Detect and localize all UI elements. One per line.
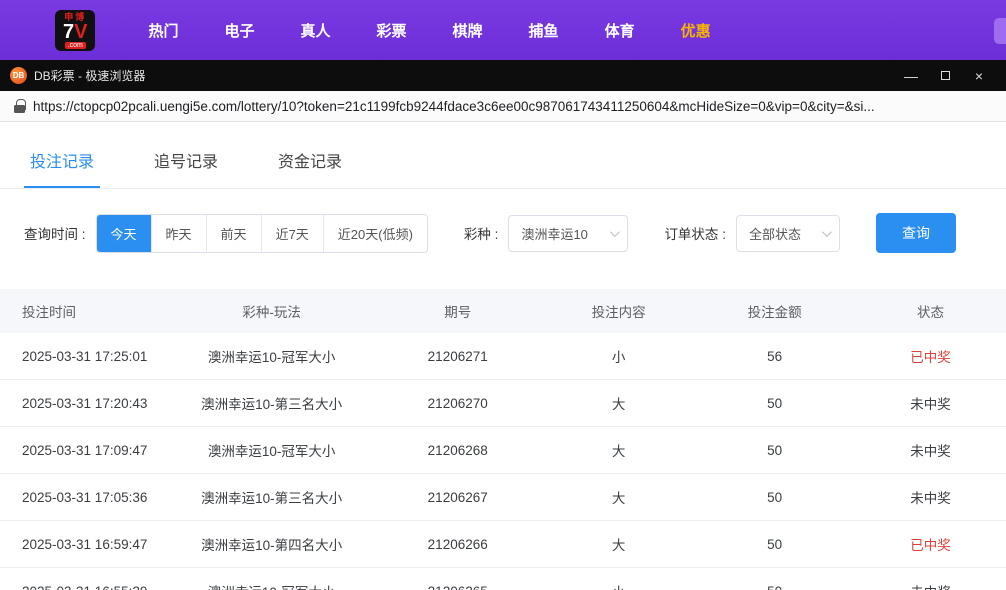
- url-text[interactable]: https://ctopcp02pcali.uengi5e.com/lotter…: [33, 99, 875, 114]
- nav-edge-widget[interactable]: [994, 18, 1006, 44]
- time-option-daybefore[interactable]: 前天: [206, 214, 262, 252]
- logo-brand-main: 7V: [63, 20, 88, 43]
- tab-fund-records[interactable]: 资金记录: [272, 130, 348, 188]
- cell-amount: 50: [694, 473, 856, 521]
- site-logo[interactable]: 申博 7V .com: [55, 9, 96, 51]
- header-bet-content: 投注内容: [543, 289, 695, 333]
- table-row: 2025-03-31 17:05:36 澳洲幸运10-第三名大小 2120626…: [0, 473, 1006, 521]
- cell-content: 大: [543, 473, 695, 521]
- cell-issue: 21206270: [372, 379, 544, 427]
- table-row: 2025-03-31 17:25:01 澳洲幸运10-冠军大小 21206271…: [0, 333, 1006, 380]
- browser-title-bar: DB DB彩票 - 极速浏览器 — ×: [0, 60, 1006, 91]
- status-cell: 未中奖: [855, 426, 1006, 474]
- header-status: 状态: [855, 289, 1006, 333]
- cell-game: 澳洲幸运10-冠军大小: [171, 426, 373, 474]
- table-row: 2025-03-31 16:59:47 澳洲幸运10-第四名大小 2120626…: [0, 520, 1006, 568]
- cell-game: 澳洲幸运10-冠军大小: [171, 333, 373, 380]
- browser-app-icon: DB: [10, 67, 27, 84]
- header-bet-amount: 投注金额: [694, 289, 856, 333]
- nav-item-sports[interactable]: 体育: [589, 20, 651, 41]
- window-controls: — ×: [894, 60, 996, 91]
- nav-item-hot[interactable]: 热门: [132, 20, 194, 41]
- browser-url-bar: https://ctopcp02pcali.uengi5e.com/lotter…: [0, 91, 1006, 122]
- status-filter-label: 订单状态 :: [664, 227, 726, 242]
- cell-issue: 21206268: [372, 426, 544, 474]
- minimize-button[interactable]: —: [894, 60, 928, 91]
- cell-amount: 50: [694, 567, 856, 590]
- status-cell: 未中奖: [855, 379, 1006, 427]
- cell-game: 澳洲幸运10-第三名大小: [171, 379, 373, 427]
- nav-item-cards[interactable]: 棋牌: [437, 20, 499, 41]
- cell-content: 大: [543, 520, 695, 568]
- nav-item-slots[interactable]: 电子: [208, 20, 270, 41]
- cell-issue: 21206267: [372, 473, 544, 521]
- cell-game: 澳洲幸运10-第四名大小: [171, 520, 373, 568]
- order-status-value: 全部状态: [748, 226, 801, 242]
- chevron-down-icon: [821, 226, 832, 237]
- browser-title: DB彩票 - 极速浏览器: [34, 69, 146, 83]
- search-button[interactable]: 查询: [875, 213, 956, 253]
- status-cell: 未中奖: [855, 567, 1006, 590]
- lottery-filter-label: 彩种 :: [463, 227, 499, 242]
- cell-time: 2025-03-31 17:25:01: [0, 333, 172, 380]
- lottery-select-value: 澳洲幸运10: [521, 226, 588, 242]
- cell-time: 2025-03-31 17:05:36: [0, 473, 172, 521]
- page-content: 投注记录 追号记录 资金记录 查询时间 : 今天 昨天 前天 近7天 近20天(…: [0, 130, 1006, 590]
- site-nav-items: 热门 电子 真人 彩票 棋牌 捕鱼 体育 优惠: [125, 20, 733, 41]
- cell-time: 2025-03-31 17:20:43: [0, 379, 172, 427]
- tab-bet-records[interactable]: 投注记录: [24, 130, 101, 188]
- close-button[interactable]: ×: [962, 60, 996, 91]
- table-row: 2025-03-31 17:20:43 澳洲幸运10-第三名大小 2120627…: [0, 379, 1006, 427]
- cell-amount: 56: [694, 333, 856, 380]
- time-option-7days[interactable]: 近7天: [261, 214, 324, 252]
- cell-issue: 21206266: [372, 520, 544, 568]
- cell-issue: 21206271: [372, 333, 544, 380]
- cell-content: 大: [543, 379, 695, 427]
- maximize-button[interactable]: [928, 60, 962, 91]
- header-game-play: 彩种-玩法: [171, 289, 373, 333]
- maximize-icon: [940, 71, 950, 80]
- status-cell: 未中奖: [855, 473, 1006, 521]
- lock-icon: [14, 99, 26, 113]
- order-status-select[interactable]: 全部状态: [735, 214, 840, 252]
- cell-content: 小: [543, 567, 695, 590]
- nav-item-fishing[interactable]: 捕鱼: [513, 20, 575, 41]
- time-option-20days[interactable]: 近20天(低频): [323, 214, 427, 252]
- time-filter-group: 今天 昨天 前天 近7天 近20天(低频): [95, 213, 428, 253]
- lottery-select[interactable]: 澳洲幸运10: [508, 214, 629, 252]
- header-bet-time: 投注时间: [0, 289, 172, 333]
- nav-item-lottery[interactable]: 彩票: [361, 20, 423, 41]
- cell-content: 大: [543, 426, 695, 474]
- cell-content: 小: [543, 333, 695, 380]
- cell-amount: 50: [694, 426, 856, 474]
- time-option-today[interactable]: 今天: [96, 214, 152, 252]
- table-header-row: 投注时间 彩种-玩法 期号 投注内容 投注金额 状态: [0, 289, 1006, 333]
- header-issue: 期号: [372, 289, 544, 333]
- bet-records-table: 投注时间 彩种-玩法 期号 投注内容 投注金额 状态 2025-03-31 17…: [0, 289, 1006, 590]
- site-nav: 申博 7V .com 热门 电子 真人 彩票 棋牌 捕鱼 体育 优惠: [0, 0, 1006, 60]
- cell-amount: 50: [694, 520, 856, 568]
- cell-time: 2025-03-31 17:09:47: [0, 426, 172, 474]
- record-tabs: 投注记录 追号记录 资金记录: [0, 130, 1006, 189]
- chevron-down-icon: [610, 226, 621, 237]
- cell-game: 澳洲幸运10-冠军大小: [171, 567, 373, 590]
- cell-amount: 50: [694, 379, 856, 427]
- table-row: 2025-03-31 17:09:47 澳洲幸运10-冠军大小 21206268…: [0, 426, 1006, 474]
- status-cell: 已中奖: [855, 520, 1006, 568]
- time-option-yesterday[interactable]: 昨天: [151, 214, 207, 252]
- cell-time: 2025-03-31 16:59:47: [0, 520, 172, 568]
- table-row: 2025-03-31 16:55:29 澳洲幸运10-冠军大小 21206265…: [0, 567, 1006, 590]
- status-cell: 已中奖: [855, 333, 1006, 380]
- time-filter-label: 查询时间 :: [24, 227, 86, 242]
- tab-chase-records[interactable]: 追号记录: [148, 130, 224, 188]
- nav-item-live[interactable]: 真人: [285, 20, 347, 41]
- logo-brand-suffix: .com: [64, 41, 86, 49]
- filter-bar: 查询时间 : 今天 昨天 前天 近7天 近20天(低频) 彩种 : 澳洲幸运10…: [0, 189, 1006, 273]
- cell-time: 2025-03-31 16:55:29: [0, 567, 172, 590]
- cell-game: 澳洲幸运10-第三名大小: [171, 473, 373, 521]
- cell-issue: 21206265: [372, 567, 544, 590]
- nav-item-promo[interactable]: 优惠: [665, 20, 727, 41]
